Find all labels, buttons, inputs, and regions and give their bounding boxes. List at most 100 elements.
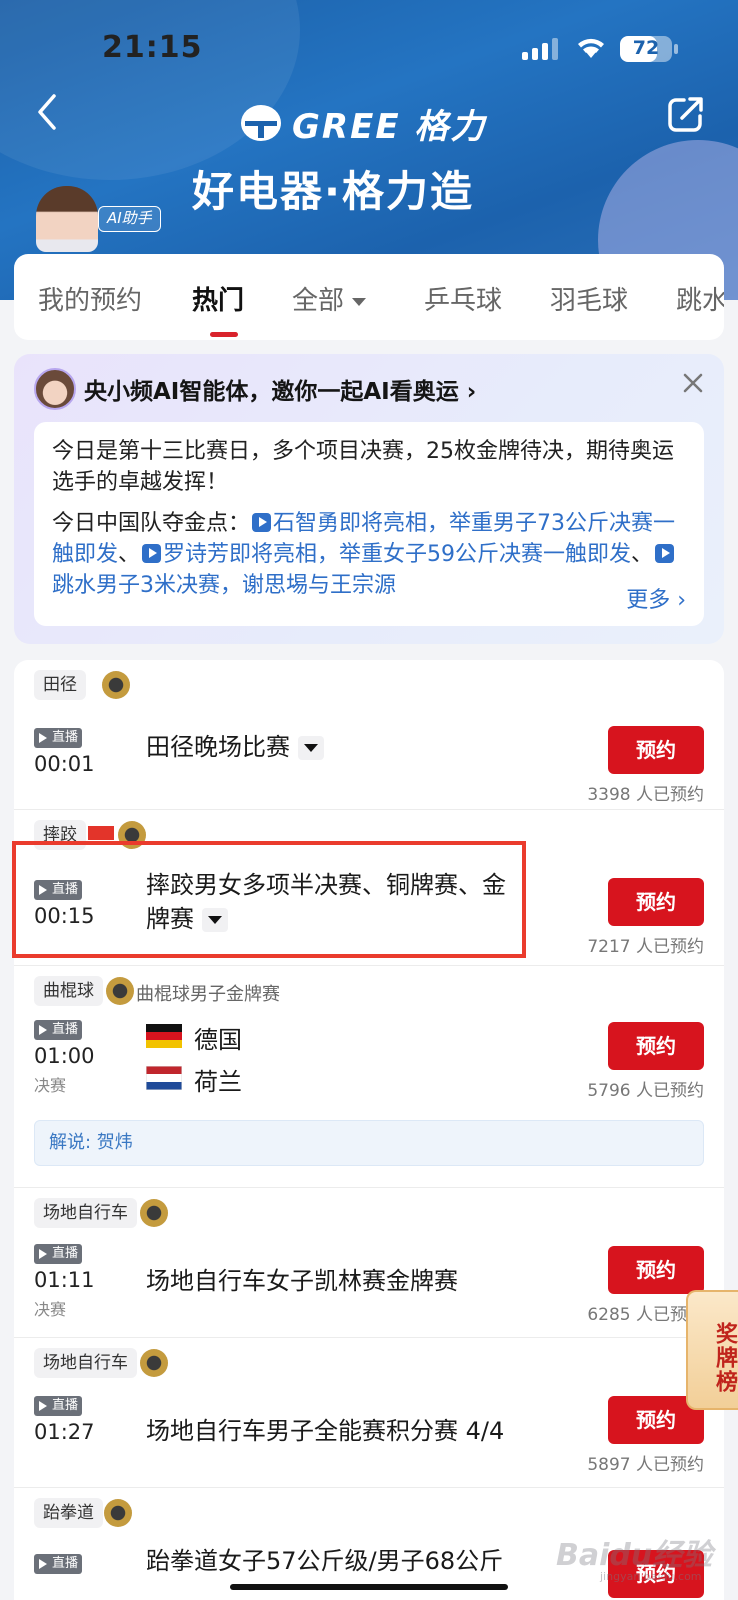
- ai-card-body: 今日是第十三比赛日，多个项目决赛，25枚金牌待决，期待奥运选手的卓越发挥！ 今日…: [34, 422, 704, 626]
- ai-agent-avatar: [34, 368, 76, 410]
- medal-icon: [104, 1499, 132, 1527]
- more-link[interactable]: 更多 ›: [596, 585, 686, 616]
- medal-icon: [106, 977, 134, 1005]
- medal-icon: [140, 1349, 168, 1377]
- tab-table-tennis[interactable]: 乒乓球: [424, 280, 502, 317]
- more-label: 更多: [626, 588, 671, 613]
- chevron-down-icon: [352, 297, 367, 306]
- tab-all[interactable]: 全部: [292, 280, 367, 317]
- reservation-count: 5897 人已预约: [587, 1455, 704, 1475]
- event-title-line1: 摔跤男女多项半决赛、铜牌赛、金: [146, 871, 506, 899]
- home-indicator[interactable]: [230, 1584, 508, 1590]
- ai-card-title-text: 央小频AI智能体，邀你一起AI看奥运: [84, 379, 459, 405]
- watermark: Baidu经验: [556, 1538, 713, 1573]
- tab-diving[interactable]: 跳水: [676, 280, 724, 317]
- live-badge: 直播: [34, 1396, 82, 1416]
- close-icon[interactable]: [680, 370, 706, 396]
- germany-flag-icon: [146, 1024, 182, 1048]
- reserve-button[interactable]: 预约: [608, 1022, 704, 1070]
- category-tabs: 我的预约 热门 全部 乒乓球 羽毛球 跳水: [14, 254, 724, 340]
- netherlands-flag-icon: [146, 1066, 182, 1090]
- wifi-icon: [578, 38, 604, 58]
- list-item[interactable]: 场地自行车 直播 01:11 决赛 场地自行车女子凯林赛金牌赛 预约 6285 …: [14, 1188, 724, 1338]
- sport-tag: 田径: [34, 670, 86, 700]
- reserve-button[interactable]: 预约: [608, 1246, 704, 1294]
- reserve-button[interactable]: 预约: [608, 726, 704, 774]
- play-icon: [142, 544, 162, 563]
- event-time: 01:27: [34, 1420, 95, 1444]
- play-icon: [252, 513, 272, 532]
- slogan: 好电器·格力造: [192, 167, 474, 216]
- event-stage: 决赛: [34, 1300, 67, 1319]
- event-subtitle: 曲棍球男子金牌赛: [136, 984, 280, 1005]
- commentary-bar[interactable]: 解说: 贺炜: [34, 1120, 704, 1166]
- event-title-text: 牌赛: [146, 905, 194, 933]
- annotation-mark: [88, 826, 114, 840]
- gold-intro: 今日中国队夺金点：: [52, 511, 251, 536]
- tab-hot[interactable]: 热门: [192, 280, 244, 317]
- ai-card-title[interactable]: 央小频AI智能体，邀你一起AI看奥运 ›: [84, 372, 476, 406]
- cellular-signal-icon: [522, 38, 558, 60]
- tab-my-reservations[interactable]: 我的预约: [38, 280, 142, 317]
- medal-icon: [140, 1199, 168, 1227]
- gold-points: 今日中国队夺金点： 石智勇即将亮相，举重男子73公斤决赛一触即发、 罗诗芳即将亮相，…: [52, 511, 676, 598]
- event-time: 01:00: [34, 1044, 95, 1068]
- share-icon[interactable]: [666, 94, 706, 134]
- ai-summary-card: 央小频AI智能体，邀你一起AI看奥运 › 今日是第十三比赛日，多个项目决赛，25…: [14, 354, 724, 644]
- ai-summary-text: 今日是第十三比赛日，多个项目决赛，25枚金牌待决，期待奥运选手的卓越发挥！: [52, 439, 674, 495]
- medal-icon: [102, 671, 130, 699]
- back-icon[interactable]: [30, 90, 66, 134]
- reservation-count: 5796 人已预约: [587, 1081, 704, 1101]
- list-item[interactable]: 曲棍球 曲棍球男子金牌赛 直播 01:00 决赛 德国 荷兰 预约 5796 人…: [14, 966, 724, 1188]
- active-tab-indicator: [210, 332, 238, 337]
- gold-item-link[interactable]: 跳水男子3米决赛，谢思埸与王宗源: [52, 573, 396, 598]
- sport-tag: 场地自行车: [34, 1198, 137, 1228]
- tab-all-label: 全部: [292, 286, 345, 316]
- reservation-count: 7217 人已预约: [587, 937, 704, 957]
- tab-badminton[interactable]: 羽毛球: [550, 280, 628, 317]
- list-item[interactable]: 场地自行车 直播 01:27 场地自行车男子全能赛积分赛 4/4 预约 5897…: [14, 1338, 724, 1488]
- list-item[interactable]: 田径 直播 00:01 田径晚场比赛 预约 3398 人已预约: [14, 660, 724, 810]
- status-time: 21:15: [102, 30, 203, 65]
- brand-name: GREE 格力: [292, 106, 487, 147]
- event-title: 田径晚场比赛: [146, 730, 324, 765]
- live-badge: 直播: [34, 1554, 82, 1574]
- event-time: 00:15: [34, 904, 95, 928]
- live-badge: 直播: [34, 1020, 82, 1040]
- live-badge: 直播: [34, 728, 82, 748]
- play-icon: [655, 544, 675, 563]
- watermark-url: jingyan.baidu.com: [600, 1570, 702, 1583]
- gold-item-link[interactable]: 罗诗芳即将亮相，举重女子59公斤决赛一触即发: [163, 542, 631, 567]
- team-name: 德国: [194, 1026, 242, 1054]
- list-item[interactable]: 摔跤 直播 00:15 摔跤男女多项半决赛、铜牌赛、金 牌赛 预约 7217 人…: [14, 810, 724, 966]
- live-badge: 直播: [34, 1244, 82, 1264]
- brand-logo: GREE 格力: [240, 100, 487, 147]
- medal-board-button[interactable]: 奖牌榜: [686, 1290, 738, 1410]
- live-badge: 直播: [34, 880, 82, 900]
- event-title: 跆拳道女子57公斤级/男子68公斤: [146, 1547, 504, 1575]
- event-title: 场地自行车男子全能赛积分赛 4/4: [146, 1417, 505, 1445]
- battery-level: 72: [632, 37, 660, 59]
- status-bar: 21:15 72: [0, 30, 738, 70]
- sport-tag: 摔跤: [34, 820, 86, 850]
- ai-avatar[interactable]: [36, 186, 98, 252]
- event-stage: 决赛: [34, 1076, 67, 1095]
- sport-tag: 曲棍球: [34, 976, 103, 1006]
- event-title: 场地自行车女子凯林赛金牌赛: [146, 1267, 458, 1295]
- medal-icon: [118, 821, 146, 849]
- ai-assistant-button[interactable]: AI助手: [98, 206, 161, 232]
- reservation-count: 3398 人已预约: [587, 785, 704, 805]
- battery-icon: 72: [620, 36, 672, 62]
- reserve-button[interactable]: 预约: [608, 878, 704, 926]
- event-title-text: 田径晚场比赛: [146, 733, 290, 761]
- schedule-list: 田径 直播 00:01 田径晚场比赛 预约 3398 人已预约 摔跤 直播 00…: [14, 660, 724, 1600]
- expand-icon[interactable]: [202, 908, 228, 932]
- sport-tag: 跆拳道: [34, 1498, 103, 1528]
- event-title-line2: 牌赛: [146, 902, 228, 937]
- event-time: 01:11: [34, 1268, 95, 1292]
- sport-tag: 场地自行车: [34, 1348, 137, 1378]
- expand-icon[interactable]: [298, 736, 324, 760]
- event-time: 00:01: [34, 752, 95, 776]
- team-name: 荷兰: [194, 1068, 242, 1096]
- gree-logo-icon: [241, 105, 281, 141]
